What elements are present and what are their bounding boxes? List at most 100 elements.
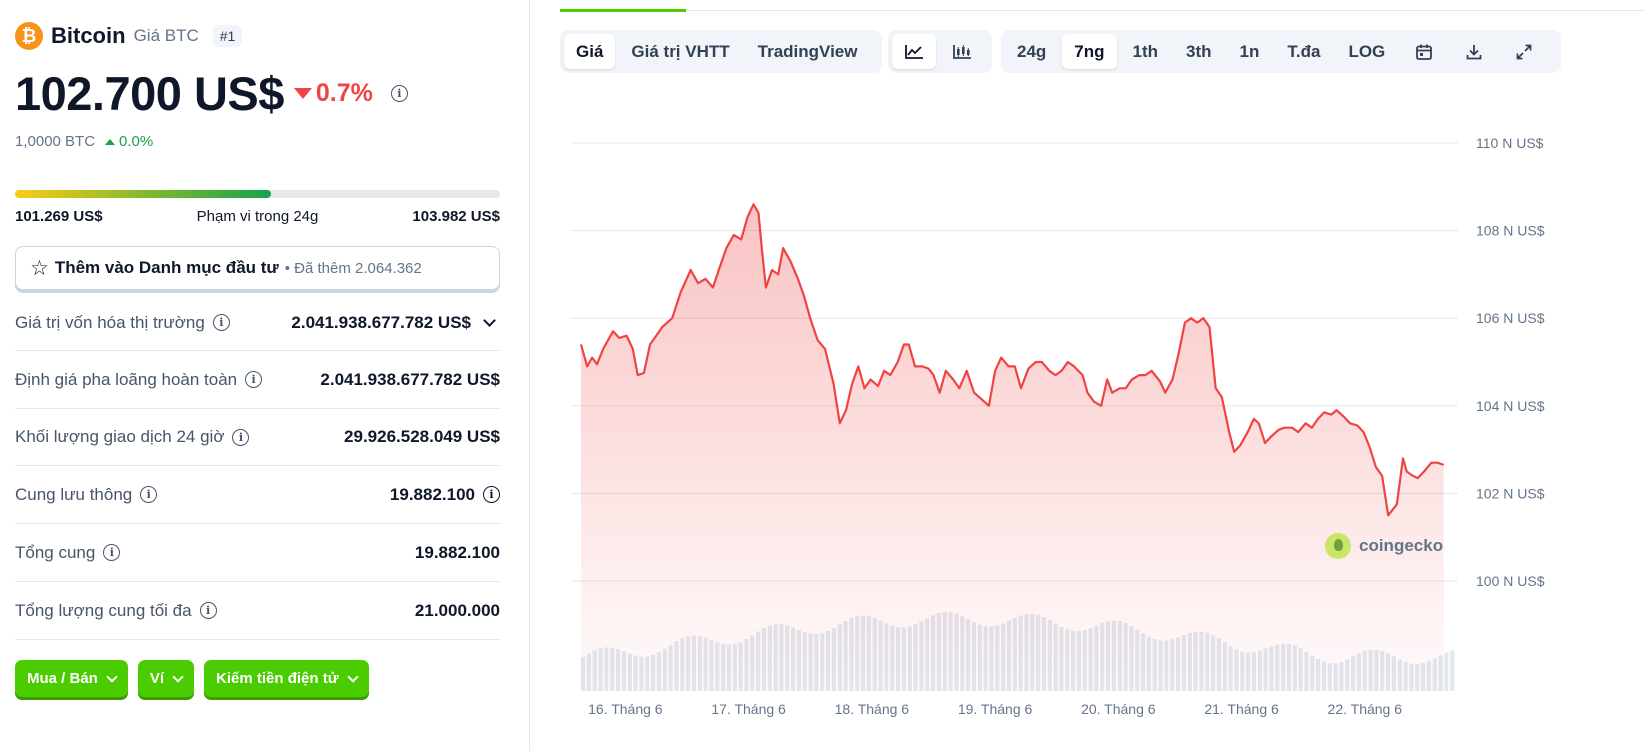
active-tab-indicator <box>560 9 686 12</box>
info-icon[interactable]: i <box>199 602 217 619</box>
price-change: 0.7% <box>293 79 373 108</box>
btc-change-value: 0.0% <box>119 133 154 150</box>
calendar-icon[interactable] <box>1401 34 1447 69</box>
info-icon[interactable]: i <box>232 428 250 446</box>
bitcoin-logo-icon: ₿ <box>15 22 43 50</box>
candlestick-icon[interactable] <box>940 34 984 69</box>
stat-value: 2.041.938.677.782 US$ <box>291 313 500 333</box>
tab-price[interactable]: Giá <box>564 34 616 69</box>
stat-label-text: Khối lượng giao dịch 24 giờ <box>15 427 225 446</box>
volume-bar <box>1444 652 1449 691</box>
tab-tradingview[interactable]: TradingView <box>746 34 870 69</box>
range-and-tools: 24g 7ng 1th 3th 1n T.đa LOG <box>1001 30 1561 73</box>
range-24h-labels: 101.269 US$ Phạm vi trong 24g 103.982 US… <box>15 208 500 225</box>
add-to-portfolio-button[interactable]: ☆ Thêm vào Danh mục đầu tư • Đã thêm 2.0… <box>15 246 500 290</box>
chart-type-toggle <box>888 30 992 73</box>
wallet-label: Ví <box>149 670 165 687</box>
chart-panel: Giá Giá trị VHTT TradingView 24g 7ng 1th… <box>531 0 1645 751</box>
x-tick-label: 16. Tháng 6 <box>588 701 663 717</box>
stat-value-text: 19.882.100 <box>389 484 475 504</box>
range-24h[interactable]: 24g <box>1005 34 1058 69</box>
x-tick-label: 17. Tháng 6 <box>711 701 786 717</box>
y-tick-label: 110 N US$ <box>1476 135 1544 151</box>
range-max[interactable]: T.đa <box>1275 34 1332 69</box>
action-buttons: Mua / Bán Ví Kiếm tiền điện tử <box>15 660 369 697</box>
stat-label-text: Định giá pha loãng hoàn toàn <box>15 369 238 389</box>
price-area-fill <box>581 204 1444 692</box>
x-tick-label: 22. Tháng 6 <box>1328 701 1403 717</box>
tab-divider <box>560 10 1645 11</box>
x-tick-label: 21. Tháng 6 <box>1204 701 1279 717</box>
stat-row-volume: Khối lượng giao dịch 24 giờ i 29.926.528.… <box>15 409 500 466</box>
info-icon[interactable]: i <box>483 486 500 503</box>
stat-label-text: Giá trị vốn hóa thị trường <box>15 312 205 332</box>
range-7d[interactable]: 7ng <box>1062 34 1117 69</box>
info-icon[interactable]: i <box>212 314 230 331</box>
wallet-button[interactable]: Ví <box>137 660 195 697</box>
stat-row-market-cap[interactable]: Giá trị vốn hóa thị trường i 2.041.938.67… <box>15 295 500 351</box>
stats-table: Giá trị vốn hóa thị trường i 2.041.938.67… <box>15 295 500 640</box>
down-arrow-icon <box>293 88 312 99</box>
rank-badge: #1 <box>212 25 243 47</box>
expand-icon[interactable] <box>1501 34 1547 69</box>
buy-sell-button[interactable]: Mua / Bán <box>15 660 128 697</box>
coin-header: ₿ Bitcoin Giá BTC #1 <box>15 22 243 50</box>
range-low: 101.269 US$ <box>15 208 103 225</box>
info-icon[interactable]: i <box>103 544 121 561</box>
stat-value: 19.882.100 i <box>390 485 500 505</box>
volume-bar <box>1450 650 1455 691</box>
stat-label: Định giá pha loãng hoàn toàn i <box>15 369 263 390</box>
up-arrow-icon <box>105 138 116 145</box>
coin-name: Bitcoin <box>51 23 126 48</box>
stat-row-circulating-supply: Cung lưu thông i 19.882.100 i <box>15 466 500 524</box>
line-chart-icon[interactable] <box>892 34 936 69</box>
stat-value: 19.882.100 <box>414 542 500 562</box>
current-price: 102.700 US$ <box>15 67 284 120</box>
range-1m[interactable]: 1th <box>1121 34 1171 69</box>
price-row: 102.700 US$ 0.7% i <box>15 66 408 121</box>
y-tick-label: 108 N US$ <box>1476 223 1545 239</box>
chevron-down-icon <box>172 670 184 683</box>
stat-label: Tổng lượng cung tối đa i <box>15 601 217 621</box>
buy-sell-label: Mua / Bán <box>27 670 98 687</box>
range-3m[interactable]: 3th <box>1174 34 1224 69</box>
chevron-down-icon[interactable] <box>483 314 496 327</box>
stat-label-text: Cung lưu thông <box>15 484 133 504</box>
stat-row-max-supply: Tổng lượng cung tối đa i 21.000.000 <box>15 582 500 640</box>
download-icon[interactable] <box>1451 34 1497 69</box>
stat-row-total-supply: Tổng cung i 19.882.100 <box>15 524 500 582</box>
info-icon[interactable]: i <box>245 371 263 388</box>
y-tick-label: 106 N US$ <box>1476 310 1545 326</box>
range-1y[interactable]: 1n <box>1228 34 1272 69</box>
info-icon[interactable]: i <box>390 85 408 102</box>
price-chart[interactable]: 110 N US$ 108 N US$ 106 N US$ 104 N US$ 102 … <box>571 120 1645 720</box>
watermark-text: coingecko <box>1359 536 1444 555</box>
x-tick-label: 20. Tháng 6 <box>1081 701 1156 717</box>
price-change-value: 0.7% <box>315 79 373 107</box>
coingecko-logo-icon <box>1325 533 1351 559</box>
stat-value: 29.926.528.049 US$ <box>344 427 500 446</box>
stat-label: Khối lượng giao dịch 24 giờ i <box>15 427 250 447</box>
btc-conversion-row: 1,0000 BTC 0.0% <box>15 133 153 150</box>
coin-symbol-label: Giá BTC <box>133 26 199 45</box>
y-tick-label: 100 N US$ <box>1476 573 1545 589</box>
btc-value: 1,0000 BTC <box>15 133 96 150</box>
log-scale-toggle[interactable]: LOG <box>1336 34 1397 69</box>
earn-crypto-label: Kiếm tiền điện tử <box>216 670 339 687</box>
range-high: 103.982 US$ <box>412 208 500 225</box>
view-tabs: Giá Giá trị VHTT TradingView <box>560 30 882 73</box>
coin-info-panel: ₿ Bitcoin Giá BTC #1 102.700 US$ 0.7% i … <box>0 0 530 751</box>
stat-label: Tổng cung i <box>15 543 121 563</box>
stat-value-text: 2.041.938.677.782 US$ <box>291 312 471 332</box>
x-tick-label: 19. Tháng 6 <box>958 701 1033 717</box>
y-tick-label: 102 N US$ <box>1476 485 1545 501</box>
info-icon[interactable]: i <box>140 486 158 503</box>
stat-value: 21.000.000 <box>414 600 500 620</box>
earn-crypto-button[interactable]: Kiếm tiền điện tử <box>204 660 369 697</box>
range-24h-bar <box>15 190 500 198</box>
portfolio-count: • Đã thêm 2.064.362 <box>284 259 422 277</box>
tab-market-cap[interactable]: Giá trị VHTT <box>619 34 741 69</box>
stat-label-text: Tổng lượng cung tối đa <box>15 600 192 620</box>
range-24h-fill <box>15 190 271 198</box>
range-label: Phạm vi trong 24g <box>196 208 319 225</box>
